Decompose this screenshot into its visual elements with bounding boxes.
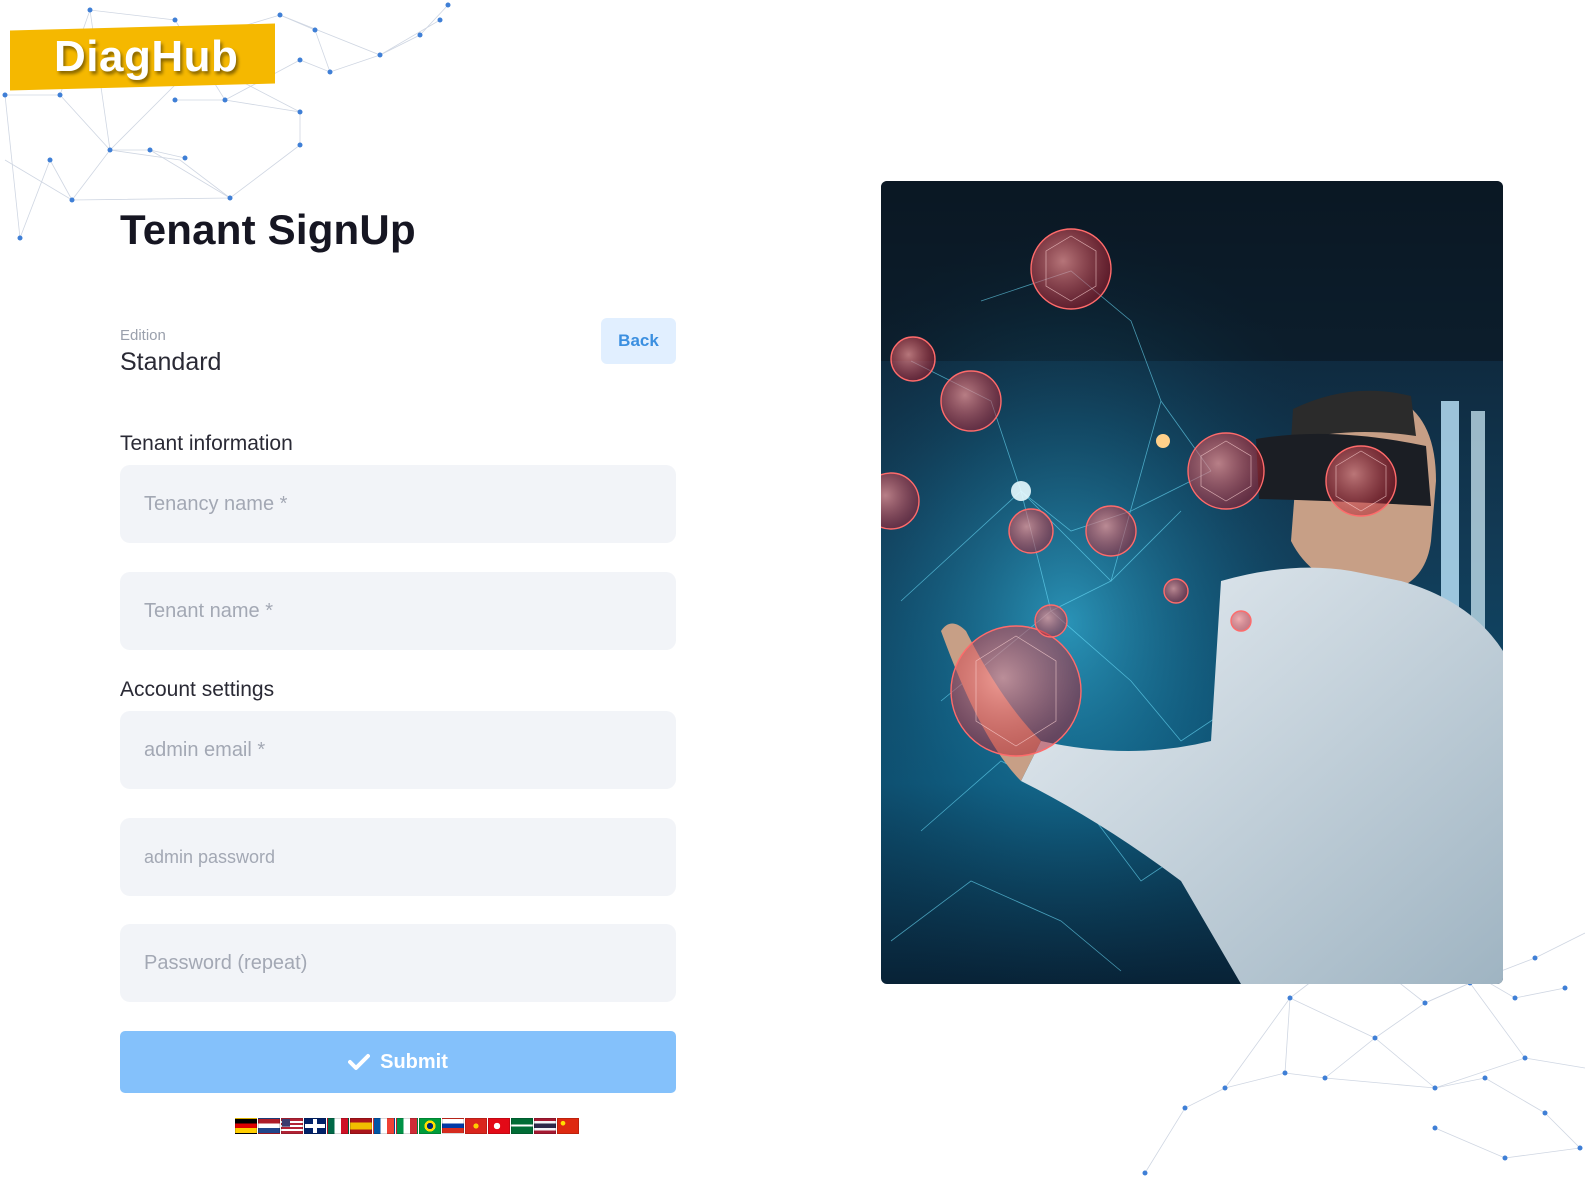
- edition-value: Standard: [120, 348, 222, 376]
- section-tenant-information: Tenant information: [120, 432, 293, 455]
- submit-label: Submit: [380, 1050, 448, 1073]
- flag-de-icon[interactable]: [235, 1118, 257, 1134]
- flag-mx-icon[interactable]: [327, 1118, 349, 1134]
- admin-password-input[interactable]: [120, 818, 676, 896]
- flag-cn-icon[interactable]: [557, 1118, 579, 1134]
- check-icon: [348, 1054, 371, 1070]
- brand-logo[interactable]: DiagHub: [10, 23, 275, 91]
- edition-label: Edition: [120, 327, 166, 344]
- hero-image: [881, 181, 1503, 984]
- page-title: Tenant SignUp: [120, 206, 416, 253]
- tenancy-name-input[interactable]: [120, 465, 676, 543]
- language-switcher: [235, 1118, 579, 1134]
- flag-it-icon[interactable]: [396, 1118, 418, 1134]
- flag-gb-icon[interactable]: [304, 1118, 326, 1134]
- submit-button[interactable]: Submit: [120, 1031, 676, 1093]
- flag-vn-icon[interactable]: [465, 1118, 487, 1134]
- flag-fr-icon[interactable]: [373, 1118, 395, 1134]
- flag-us-icon[interactable]: [281, 1118, 303, 1134]
- flag-th-icon[interactable]: [534, 1118, 556, 1134]
- section-account-settings: Account settings: [120, 678, 275, 701]
- flag-es-icon[interactable]: [350, 1118, 372, 1134]
- admin-email-input[interactable]: [120, 711, 676, 789]
- back-button[interactable]: Back: [601, 318, 676, 364]
- flag-nl-icon[interactable]: [258, 1118, 280, 1134]
- brand-logo-text: DiagHub: [54, 31, 239, 81]
- flag-sa-icon[interactable]: [511, 1118, 533, 1134]
- flag-ru-icon[interactable]: [442, 1118, 464, 1134]
- flag-tr-icon[interactable]: [488, 1118, 510, 1134]
- tenant-name-input[interactable]: [120, 572, 676, 650]
- flag-br-icon[interactable]: [419, 1118, 441, 1134]
- password-repeat-input[interactable]: [120, 924, 676, 1002]
